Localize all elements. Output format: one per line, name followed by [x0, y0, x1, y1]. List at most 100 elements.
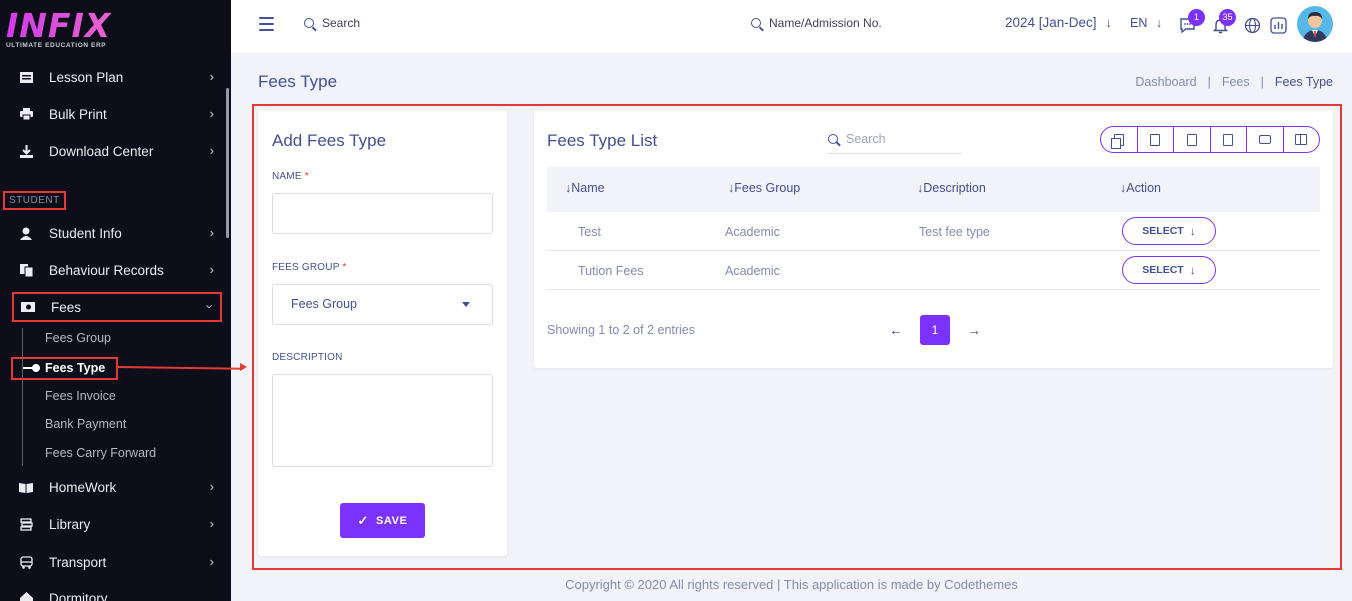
- description-textarea[interactable]: [272, 374, 493, 467]
- check-icon: ✓: [357, 512, 369, 528]
- notification-badge: 35: [1219, 9, 1236, 26]
- menu-icon[interactable]: [259, 17, 274, 35]
- sidebar-item-fees[interactable]: Fees ›: [12, 292, 222, 322]
- column-header-description[interactable]: ↓Description: [917, 181, 986, 195]
- page-number-current[interactable]: 1: [920, 315, 950, 345]
- sidebar-item-library[interactable]: Library ›: [12, 509, 222, 539]
- csv-button[interactable]: [1174, 127, 1211, 152]
- table-row: Test Academic Test fee type SELECT ↓: [547, 212, 1320, 251]
- lesson-plan-icon: [19, 70, 33, 84]
- submenu-item-fees-type[interactable]: Fees Type: [11, 357, 118, 380]
- cell-name: Test: [578, 225, 601, 239]
- academic-year-value: 2024 [Jan-Dec]: [1005, 15, 1097, 30]
- description-label: DESCRIPTION: [272, 352, 343, 363]
- entries-info: Showing 1 to 2 of 2 entries: [547, 323, 696, 337]
- sidebar: INFIX ULTIMATE EDUCATION ERP Lesson Plan…: [0, 0, 231, 601]
- excel-button[interactable]: [1138, 127, 1174, 152]
- next-page-icon[interactable]: →: [964, 322, 984, 338]
- select-label: SELECT: [1142, 264, 1184, 276]
- sidebar-item-lesson-plan[interactable]: Lesson Plan ›: [12, 62, 222, 92]
- copy-button[interactable]: [1101, 127, 1138, 152]
- sidebar-item-transport[interactable]: Transport ›: [12, 547, 222, 577]
- globe-icon[interactable]: [1244, 17, 1261, 34]
- student-search-input[interactable]: Name/Admission No.: [751, 16, 882, 30]
- arrow-down-icon: ↓: [1105, 15, 1113, 30]
- sidebar-item-label: Lesson Plan: [49, 69, 124, 85]
- chevron-right-icon: ›: [209, 479, 214, 494]
- submenu-item-fees-invoice[interactable]: Fees Invoice: [45, 389, 116, 403]
- submenu-item-fees-group[interactable]: Fees Group: [45, 331, 111, 345]
- sidebar-item-label: Dormitory: [49, 590, 108, 601]
- column-header-fees-group[interactable]: ↓Fees Group: [728, 181, 800, 195]
- breadcrumb-fees[interactable]: Fees: [1222, 75, 1250, 89]
- search-input[interactable]: Search: [304, 16, 360, 30]
- sidebar-item-behaviour-records[interactable]: Behaviour Records ›: [12, 255, 222, 285]
- select-label: SELECT: [1142, 225, 1184, 237]
- pagination: ← 1 →: [886, 315, 984, 345]
- cell-description: Test fee type: [919, 225, 990, 239]
- name-input[interactable]: [272, 193, 493, 234]
- required-mark: *: [342, 262, 347, 273]
- fees-group-value: Fees Group: [291, 297, 358, 311]
- sidebar-item-label: Behaviour Records: [49, 262, 164, 278]
- column-header-name[interactable]: ↓Name: [565, 181, 605, 195]
- chevron-right-icon: ›: [209, 262, 214, 277]
- records-icon: [19, 263, 33, 277]
- prev-page-icon[interactable]: ←: [886, 322, 906, 338]
- cell-fees-group: Academic: [725, 225, 780, 239]
- user-icon: [19, 226, 33, 240]
- sidebar-item-bulk-print[interactable]: Bulk Print ›: [12, 99, 222, 129]
- chart-icon[interactable]: [1270, 17, 1287, 34]
- chevron-down-icon: ›: [202, 304, 218, 309]
- download-icon: [19, 144, 33, 158]
- submenu-item-fees-carry-forward[interactable]: Fees Carry Forward: [45, 446, 156, 460]
- copy-icon: [1110, 133, 1124, 149]
- pdf-button[interactable]: [1211, 127, 1247, 152]
- add-fees-type-card: Add Fees Type NAME * FEES GROUP * Fees G…: [258, 110, 507, 556]
- columns-icon: [1295, 134, 1308, 145]
- arrow-down-icon: ↓: [1189, 263, 1196, 277]
- list-search-input[interactable]: Search: [828, 124, 962, 154]
- library-icon: [19, 517, 33, 531]
- cell-fees-group: Academic: [725, 264, 780, 278]
- search-icon: [751, 18, 761, 28]
- submenu-item-bank-payment[interactable]: Bank Payment: [45, 417, 126, 431]
- caret-down-icon: [462, 302, 470, 307]
- sidebar-item-download-center[interactable]: Download Center ›: [12, 136, 222, 166]
- print-button[interactable]: [1247, 127, 1284, 152]
- breadcrumb-dashboard[interactable]: Dashboard: [1135, 75, 1196, 89]
- arrow-down-icon: ↓: [1155, 16, 1163, 30]
- student-search-placeholder: Name/Admission No.: [769, 16, 882, 30]
- fees-group-label: FEES GROUP *: [272, 262, 347, 273]
- print-icon: [19, 107, 33, 121]
- breadcrumb: Dashboard | Fees | Fees Type: [1135, 75, 1333, 89]
- sidebar-item-homework[interactable]: HomeWork ›: [12, 472, 222, 502]
- fees-type-list-card: Fees Type List Search ↓Name ↓Fees Group …: [534, 110, 1333, 368]
- sidebar-item-label: Fees: [51, 299, 82, 315]
- column-header-action[interactable]: ↓Action: [1120, 181, 1161, 195]
- submenu-line: [22, 328, 23, 466]
- academic-year-select[interactable]: 2024 [Jan-Dec] ↓: [1005, 15, 1112, 30]
- columns-button[interactable]: [1284, 127, 1320, 152]
- select-action-button[interactable]: SELECT ↓: [1122, 256, 1216, 284]
- sidebar-item-student-info[interactable]: Student Info ›: [12, 218, 222, 248]
- sidebar-item-dormitory[interactable]: Dormitory: [12, 583, 222, 601]
- save-button-label: SAVE: [375, 514, 408, 527]
- save-button[interactable]: ✓ SAVE: [340, 503, 425, 538]
- breadcrumb-separator: |: [1260, 75, 1264, 89]
- sidebar-scrollbar[interactable]: [226, 88, 229, 238]
- language-select[interactable]: EN ↓: [1130, 16, 1162, 30]
- user-avatar[interactable]: [1297, 6, 1333, 42]
- sidebar-item-label: Transport: [49, 554, 107, 570]
- submenu-label: Fees Type: [45, 361, 106, 375]
- section-label-student: STUDENT: [3, 191, 66, 210]
- infix-logo[interactable]: INFIX ULTIMATE EDUCATION ERP: [6, 8, 146, 58]
- breadcrumb-current[interactable]: Fees Type: [1275, 75, 1333, 89]
- list-title: Fees Type List: [547, 131, 658, 150]
- select-action-button[interactable]: SELECT ↓: [1122, 217, 1216, 245]
- annotation-arrow-head: [240, 363, 247, 371]
- search-icon: [304, 18, 314, 28]
- page-title: Fees Type: [258, 72, 338, 91]
- chevron-right-icon: ›: [209, 516, 214, 531]
- fees-group-select[interactable]: Fees Group: [272, 284, 493, 325]
